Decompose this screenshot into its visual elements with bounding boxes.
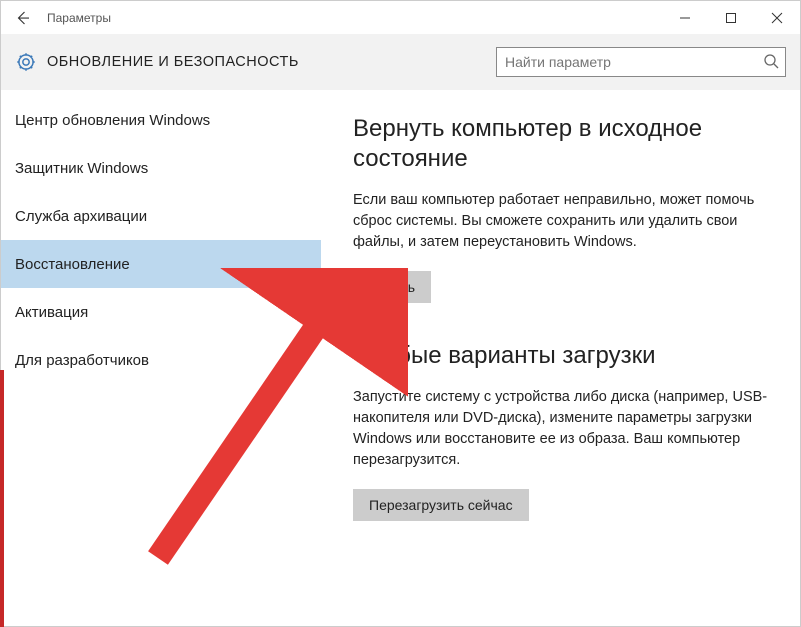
advanced-heading: Особые варианты загрузки xyxy=(353,341,776,371)
reset-heading: Вернуть компьютер в исходное состояние xyxy=(353,114,776,174)
sidebar-item-developers[interactable]: Для разработчиков xyxy=(1,336,321,384)
reset-pc-section: Вернуть компьютер в исходное состояние Е… xyxy=(353,114,776,303)
arrow-left-icon xyxy=(14,9,32,27)
close-button[interactable] xyxy=(754,1,800,34)
sidebar-item-label: Защитник Windows xyxy=(15,160,148,177)
reset-start-button[interactable]: Начать xyxy=(353,271,431,303)
close-icon xyxy=(771,12,783,24)
maximize-icon xyxy=(725,12,737,24)
advanced-description: Запустите систему с устройства либо диск… xyxy=(353,387,776,471)
minimize-icon xyxy=(679,12,691,24)
sidebar-item-activation[interactable]: Активация xyxy=(1,288,321,336)
reset-description: Если ваш компьютер работает неправильно,… xyxy=(353,190,776,253)
sidebar-item-recovery[interactable]: Восстановление xyxy=(1,240,321,288)
settings-window: Параметры ОБНОВЛЕНИЕ И БЕЗОПАСНОСТЬ xyxy=(0,0,801,627)
sidebar: Центр обновления Windows Защитник Window… xyxy=(1,90,321,626)
page-header: ОБНОВЛЕНИЕ И БЕЗОПАСНОСТЬ xyxy=(1,34,800,90)
window-title: Параметры xyxy=(47,11,111,25)
sidebar-item-label: Для разработчиков xyxy=(15,352,149,369)
caption-buttons xyxy=(662,1,800,34)
sidebar-item-label: Активация xyxy=(15,304,88,321)
advanced-startup-section: Особые варианты загрузки Запустите систе… xyxy=(353,341,776,521)
sidebar-item-windows-update[interactable]: Центр обновления Windows xyxy=(1,96,321,144)
sidebar-item-defender[interactable]: Защитник Windows xyxy=(1,144,321,192)
settings-gear-icon xyxy=(15,51,37,73)
sidebar-item-label: Восстановление xyxy=(15,256,130,273)
search-box[interactable] xyxy=(496,47,786,77)
body: Центр обновления Windows Защитник Window… xyxy=(1,90,800,626)
annotation-red-bar xyxy=(0,370,4,627)
search-input[interactable] xyxy=(505,54,755,70)
page-title: ОБНОВЛЕНИЕ И БЕЗОПАСНОСТЬ xyxy=(47,54,299,70)
minimize-button[interactable] xyxy=(662,1,708,34)
sidebar-item-label: Центр обновления Windows xyxy=(15,112,210,129)
back-button[interactable] xyxy=(1,1,45,34)
search-icon xyxy=(763,53,779,74)
search-container xyxy=(496,47,786,77)
sidebar-item-label: Служба архивации xyxy=(15,208,147,225)
sidebar-item-backup[interactable]: Служба архивации xyxy=(1,192,321,240)
maximize-button[interactable] xyxy=(708,1,754,34)
content-area: Вернуть компьютер в исходное состояние Е… xyxy=(321,90,800,626)
title-bar: Параметры xyxy=(1,1,800,34)
restart-now-button[interactable]: Перезагрузить сейчас xyxy=(353,489,529,521)
